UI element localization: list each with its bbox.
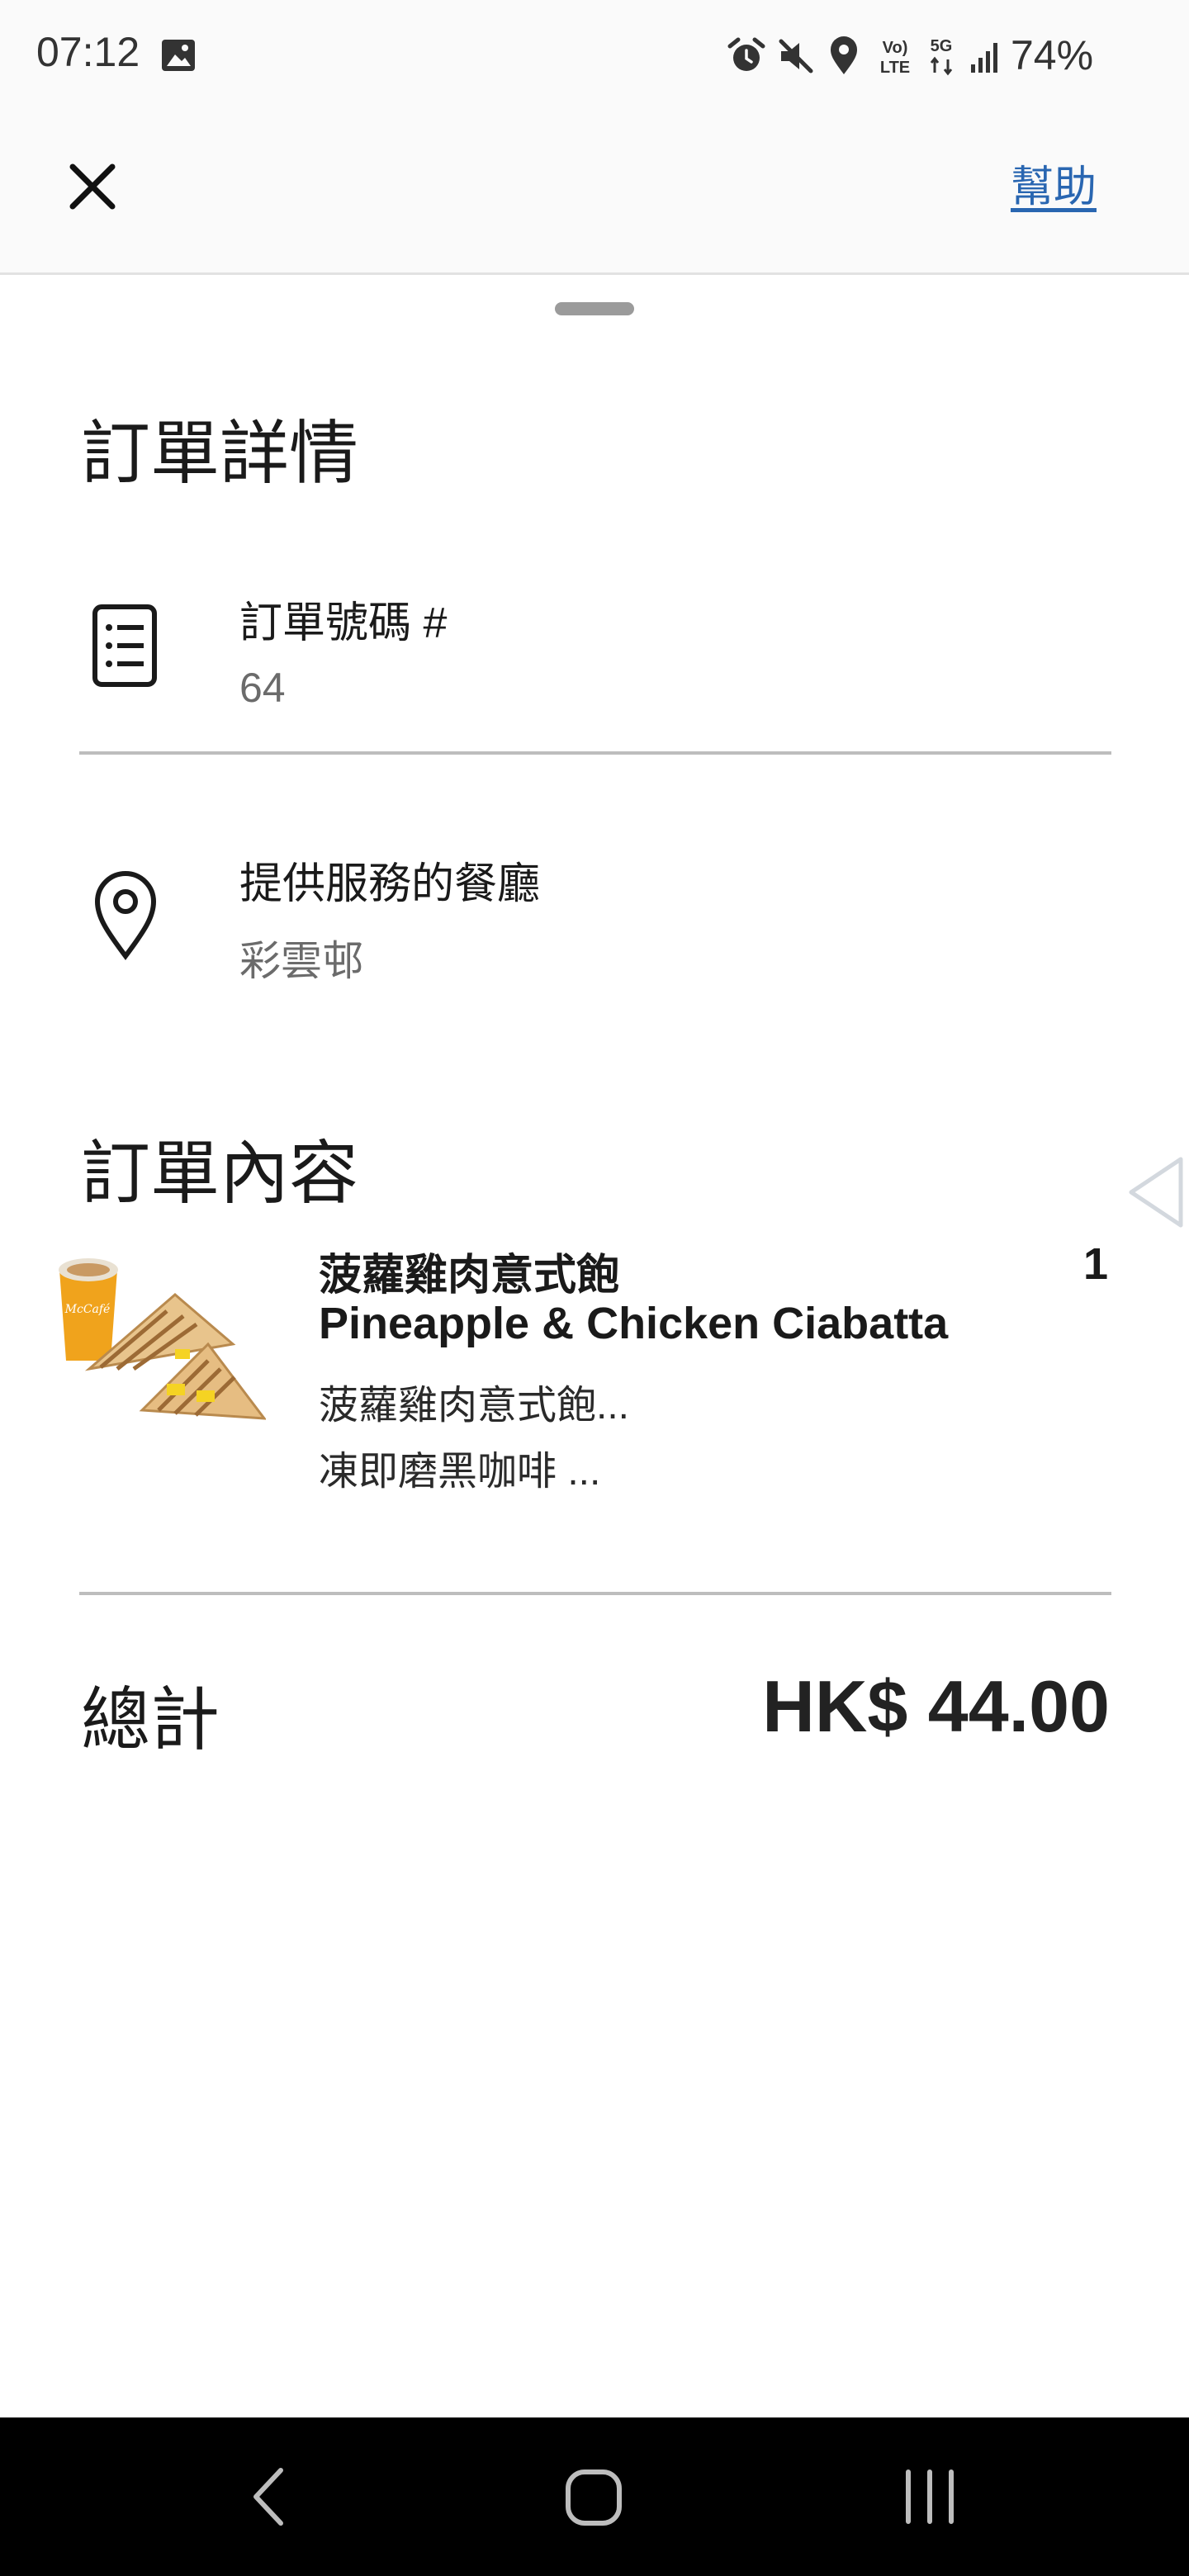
order-number-row: 訂單號碼 # 64 xyxy=(79,578,1111,743)
restaurant-row: 提供服務的餐廳 彩雲邨 xyxy=(79,842,1111,1007)
item-sub-line: 菠蘿雞肉意式飽... xyxy=(319,1384,630,1428)
help-link[interactable]: 幫助 xyxy=(1011,152,1097,214)
location-icon xyxy=(831,36,857,74)
alarm-icon xyxy=(727,37,765,71)
item-quantity: 1 xyxy=(1082,1239,1108,1289)
recents-icon[interactable] xyxy=(898,2464,964,2530)
order-details-title: 訂單詳情 xyxy=(81,414,359,492)
divider xyxy=(79,1592,1111,1595)
restaurant-label: 提供服務的餐廳 xyxy=(239,860,541,908)
close-button[interactable] xyxy=(58,152,127,221)
photo-icon xyxy=(162,40,195,71)
signal-icon xyxy=(971,43,997,73)
mute-icon xyxy=(779,39,813,73)
top-bar: 幫助 xyxy=(0,111,1189,275)
status-bar: 07:12 Vo) LTE 5G 74% xyxy=(0,0,1189,111)
edge-panel-handle-icon[interactable] xyxy=(1123,1153,1189,1232)
total-label: 總計 xyxy=(81,1681,220,1759)
order-number-value: 64 xyxy=(239,665,286,711)
status-icons: Vo) LTE 5G 74% xyxy=(727,31,1189,81)
volte-icon: Vo) LTE xyxy=(880,39,910,77)
divider xyxy=(79,751,1111,755)
item-name-english: Pineapple & Chicken Ciabatta xyxy=(319,1299,949,1348)
order-contents-title: 訂單內容 xyxy=(81,1134,359,1212)
status-time: 07:12 xyxy=(36,29,140,75)
product-image: McCafé xyxy=(59,1258,266,1420)
back-icon[interactable] xyxy=(244,2464,294,2530)
location-pin-icon xyxy=(94,871,157,961)
battery-percentage: 74% xyxy=(1011,32,1094,78)
sheet-drag-handle[interactable] xyxy=(555,302,634,315)
close-icon xyxy=(69,163,116,210)
svg-text:LTE: LTE xyxy=(880,59,910,77)
order-number-label: 訂單號碼 # xyxy=(239,599,448,647)
receipt-list-icon xyxy=(92,604,157,687)
item-name-chinese: 菠蘿雞肉意式飽 xyxy=(319,1252,620,1300)
svg-text:Vo): Vo) xyxy=(883,39,908,57)
item-sub-line: 凍即磨黑咖啡 ... xyxy=(319,1450,601,1494)
svg-text:5G: 5G xyxy=(931,37,953,55)
restaurant-value: 彩雲邨 xyxy=(239,938,363,984)
total-value: HK$ 44.00 xyxy=(762,1665,1110,1747)
home-icon[interactable] xyxy=(561,2464,628,2530)
5g-icon: 5G xyxy=(931,37,953,76)
navigation-bar xyxy=(0,2417,1189,2576)
svg-text:McCafé: McCafé xyxy=(64,1303,111,1316)
